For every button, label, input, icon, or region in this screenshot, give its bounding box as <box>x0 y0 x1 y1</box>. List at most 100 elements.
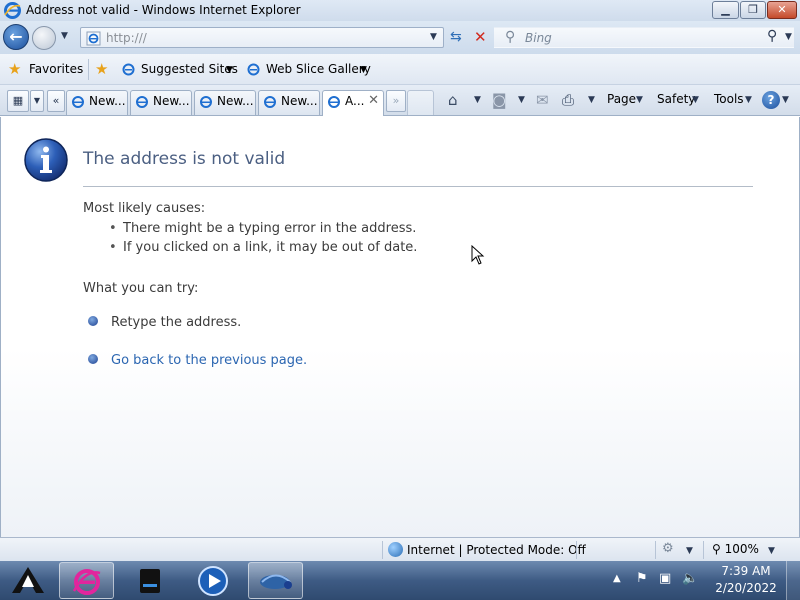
zone-text: Internet | Protected Mode: Off <box>407 543 586 557</box>
mail-icon[interactable]: ✉ <box>536 91 549 109</box>
safety-menu-dropdown[interactable]: ▼ <box>692 95 699 105</box>
search-box[interactable]: ⚲ Bing ⚲ ▼ <box>494 27 794 48</box>
globe-icon <box>388 542 403 557</box>
protected-mode-icon[interactable]: ⚙ <box>662 541 674 556</box>
retype-address-text: Retype the address. <box>111 315 242 330</box>
refresh-icon[interactable]: ⇆ <box>450 29 462 45</box>
try-heading: What you can try: <box>83 281 199 296</box>
search-options-dropdown[interactable]: ▼ <box>785 32 792 42</box>
tab-label: New... <box>153 94 190 108</box>
action-center-icon[interactable]: ⚑ <box>636 571 648 586</box>
web-slice-gallery-link[interactable]: Web Slice Gallery <box>266 62 371 76</box>
address-dropdown[interactable]: ▼ <box>430 32 437 42</box>
feeds-icon[interactable]: ◙ <box>492 91 507 109</box>
info-icon <box>23 137 69 186</box>
feeds-dropdown[interactable]: ▼ <box>518 95 525 105</box>
tab-bar: ▦ ▼ « New... New... New... New... A... ✕… <box>0 85 800 116</box>
tab-new-2[interactable]: New... <box>130 90 192 115</box>
taskbar-ie-button[interactable] <box>59 562 114 599</box>
close-tab-icon[interactable]: ✕ <box>368 91 379 111</box>
causes-heading: Most likely causes: <box>83 201 206 216</box>
volume-icon[interactable]: 🔈 <box>682 571 698 586</box>
back-arrow-icon[interactable]: ← <box>3 24 29 50</box>
print-dropdown[interactable]: ▼ <box>588 95 595 105</box>
clock-time: 7:39 AM <box>721 564 771 578</box>
ie-logo-icon <box>4 2 21 22</box>
scroll-tabs-right-button[interactable]: » <box>386 90 406 112</box>
home-dropdown[interactable]: ▼ <box>474 95 481 105</box>
page-icon <box>86 31 101 49</box>
bullet-icon <box>88 354 98 364</box>
suggested-sites-link[interactable]: Suggested Sites <box>141 62 238 76</box>
favorites-button[interactable]: Favorites <box>29 62 83 76</box>
title-bar: Address not valid - Windows Internet Exp… <box>0 0 800 21</box>
zoom-text: 100% <box>724 542 759 556</box>
tab-label: New... <box>89 94 126 108</box>
navigation-bar: ← ▼ http:/// ▼ ⇆ ✕ ⚲ Bing ⚲ ▼ <box>0 21 800 54</box>
close-button[interactable]: ✕ <box>767 1 797 19</box>
show-hidden-icons-button[interactable]: ▲ <box>613 573 621 584</box>
security-zone[interactable]: Internet | Protected Mode: Off <box>388 542 586 557</box>
home-icon[interactable]: ⌂ <box>448 91 458 109</box>
taskbar-drive-button[interactable] <box>122 562 177 599</box>
divider <box>703 541 704 559</box>
taskbar: ▲ ⚑ ▣ 🔈 7:39 AM 2/20/2022 <box>0 561 800 600</box>
tools-menu-dropdown[interactable]: ▼ <box>745 95 752 105</box>
recent-pages-dropdown[interactable]: ▼ <box>61 31 68 41</box>
tab-new-4[interactable]: New... <box>258 90 320 115</box>
page-menu[interactable]: Page <box>607 92 636 106</box>
forward-arrow-icon[interactable] <box>32 26 56 50</box>
tab-label: New... <box>217 94 254 108</box>
new-tab-button[interactable] <box>407 90 434 115</box>
help-dropdown[interactable]: ▼ <box>782 95 789 105</box>
protected-mode-dropdown[interactable]: ▼ <box>686 546 693 556</box>
print-icon[interactable]: ⎙ <box>562 91 574 109</box>
search-input[interactable]: Bing <box>525 31 552 45</box>
start-button-icon[interactable] <box>10 565 46 598</box>
zoom-icon: ⚲ <box>712 542 725 556</box>
divider <box>382 541 383 559</box>
quick-tabs-icon[interactable]: ▦ <box>7 90 29 112</box>
show-desktop-icon[interactable] <box>786 561 800 600</box>
cause-text: There might be a typing error in the add… <box>123 221 417 236</box>
tab-active[interactable]: A... ✕ <box>322 90 384 116</box>
star-icon: ★ <box>8 60 22 78</box>
help-icon[interactable]: ? <box>762 91 780 109</box>
ie-logo-icon <box>327 95 341 115</box>
web-slice-dropdown[interactable]: ▼ <box>360 65 367 75</box>
stop-icon[interactable]: ✕ <box>474 28 487 46</box>
tab-new-3[interactable]: New... <box>194 90 256 115</box>
zoom-level[interactable]: ⚲ 100% <box>712 542 759 556</box>
mouse-cursor-icon <box>471 244 485 268</box>
bullet-icon <box>88 316 98 326</box>
favorites-bar: ★ Favorites ★ Suggested Sites ▼ Web Slic… <box>0 54 800 85</box>
address-bar[interactable]: http:/// ▼ <box>80 27 444 48</box>
maximize-button[interactable]: ❐ <box>740 1 766 19</box>
search-go-icon[interactable]: ⚲ <box>767 28 777 44</box>
add-favorite-icon[interactable]: ★ <box>95 60 108 78</box>
window-title: Address not valid - Windows Internet Exp… <box>26 3 301 17</box>
tab-list-dropdown[interactable]: ▼ <box>30 90 44 112</box>
page-menu-dropdown[interactable]: ▼ <box>636 95 643 105</box>
cause-text: If you clicked on a link, it may be out … <box>123 240 418 255</box>
network-icon[interactable]: ▣ <box>659 571 671 586</box>
zoom-dropdown[interactable]: ▼ <box>768 546 775 556</box>
address-input[interactable]: http:/// <box>106 31 147 45</box>
taskbar-app-button[interactable] <box>248 562 303 599</box>
ie-logo-icon <box>263 95 277 115</box>
minimize-button[interactable]: ▁ <box>712 1 739 19</box>
ie-logo-icon <box>135 95 149 115</box>
clock[interactable]: 7:39 AM 2/20/2022 <box>706 563 786 597</box>
scroll-tabs-left-button[interactable]: « <box>47 90 65 112</box>
taskbar-media-player-button[interactable] <box>185 562 240 599</box>
suggested-sites-dropdown[interactable]: ▼ <box>226 65 233 75</box>
tab-label: A... <box>345 94 365 108</box>
divider <box>655 541 656 559</box>
tools-menu[interactable]: Tools <box>714 92 744 106</box>
safety-menu[interactable]: Safety <box>657 92 695 106</box>
go-back-link[interactable]: Go back to the previous page. <box>111 353 307 368</box>
ie-logo-icon <box>71 95 85 115</box>
page-content: The address is not valid Most likely cau… <box>0 117 800 537</box>
tab-new-1[interactable]: New... <box>66 90 128 115</box>
web-slice-icon <box>246 62 261 80</box>
